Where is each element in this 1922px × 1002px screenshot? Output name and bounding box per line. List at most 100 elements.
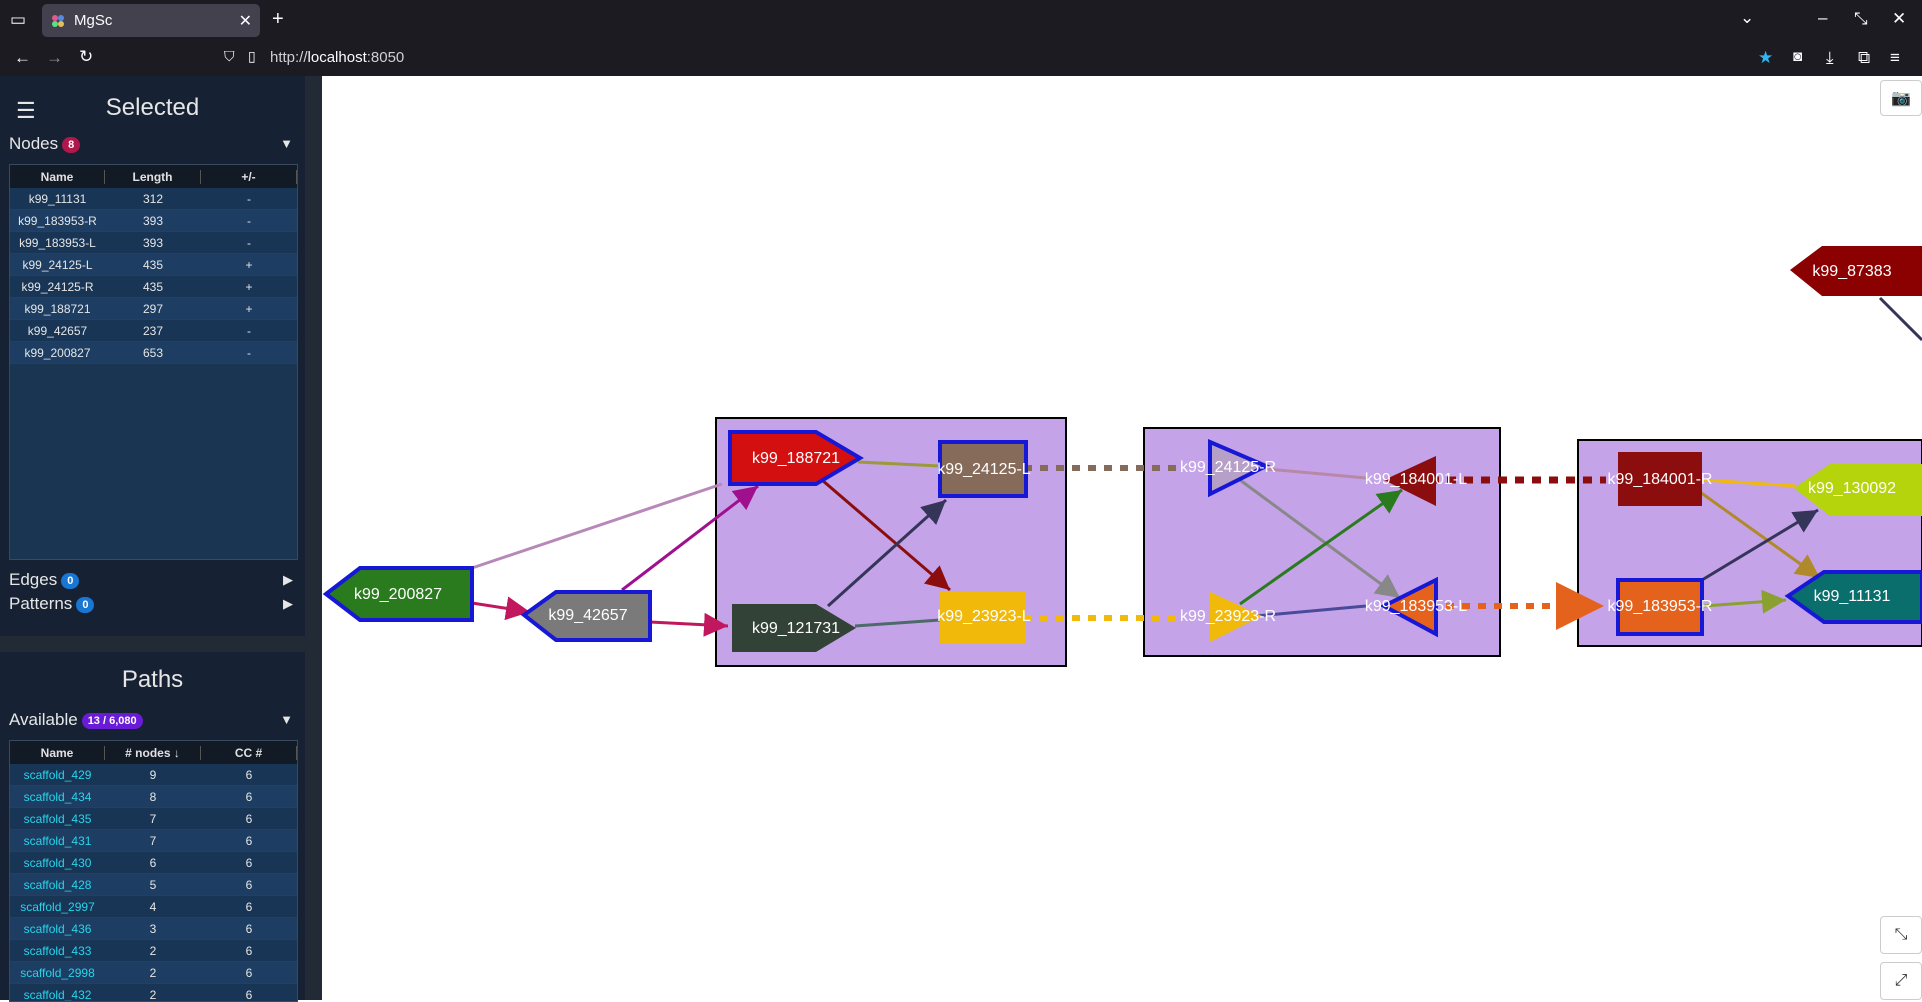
table-row[interactable]: k99_24125-R 435 +: [10, 276, 297, 298]
row-value-cell: +: [245, 301, 253, 316]
nodes-table-header: Name Length +/-: [10, 165, 297, 188]
row-name-cell[interactable]: scaffold_435: [10, 812, 105, 826]
table-row[interactable]: k99_11131 312 -: [10, 188, 297, 210]
row-value-cell: 5: [149, 877, 157, 892]
back-icon[interactable]: ←: [14, 48, 31, 68]
row-name-cell[interactable]: scaffold_436: [10, 922, 105, 936]
row-name-cell[interactable]: scaffold_432: [10, 988, 105, 1002]
table-row[interactable]: k99_188721 297 +: [10, 298, 297, 320]
table-row[interactable]: scaffold_435 7 6: [10, 808, 297, 830]
table-row[interactable]: k99_24125-L 435 +: [10, 254, 297, 276]
restore-icon[interactable]: ⤡: [1854, 9, 1868, 29]
row-name-cell[interactable]: scaffold_428: [10, 878, 105, 892]
column-header-length[interactable]: Length: [105, 169, 201, 184]
selected-title: Selected: [105, 94, 200, 121]
tab-close-icon[interactable]: ✕: [239, 11, 252, 31]
browser-tab[interactable]: MgSc ✕: [42, 4, 260, 37]
node-label: k99_183953-R: [1608, 598, 1713, 615]
table-row[interactable]: k99_183953-L 393 -: [10, 232, 297, 254]
zoom-expand-button[interactable]: ⤢: [1880, 962, 1922, 1000]
shrink-icon: ⤡: [1894, 926, 1908, 943]
row-name-cell[interactable]: scaffold_2998: [10, 966, 105, 980]
row-name-cell[interactable]: scaffold_430: [10, 856, 105, 870]
patterns-expand-caret-icon[interactable]: ▶: [283, 596, 293, 612]
table-row[interactable]: scaffold_434 8 6: [10, 786, 297, 808]
row-name-cell[interactable]: scaffold_431: [10, 834, 105, 848]
column-header-name[interactable]: Name: [10, 745, 105, 760]
tab-bar: ▭ MgSc ✕ + ⌄ – ⤡ ✕: [0, 0, 1922, 41]
table-row[interactable]: scaffold_431 7 6: [10, 830, 297, 852]
table-row[interactable]: scaffold_429 9 6: [10, 764, 297, 786]
new-tab-icon[interactable]: +: [272, 8, 284, 31]
minimize-icon[interactable]: –: [1818, 8, 1827, 28]
camera-export-button[interactable]: 📷: [1880, 80, 1922, 116]
menu-icon[interactable]: ≡: [1890, 48, 1900, 68]
paths-panel: Paths Available 13 / 6,080 ▼ Name # nodes…: [0, 652, 305, 1002]
selected-panel: ☰ Selected Nodes 8 ▼ Name Length +/- k99_…: [0, 76, 305, 636]
graph-node[interactable]: k99_24125-L: [937, 440, 1031, 498]
table-row[interactable]: scaffold_2997 4 6: [10, 896, 297, 918]
column-header-sign[interactable]: +/-: [201, 169, 297, 184]
table-row[interactable]: scaffold_430 6 6: [10, 852, 297, 874]
page-info-icon[interactable]: ▯: [248, 48, 256, 65]
screenshot-icon[interactable]: ◙: [1793, 48, 1802, 65]
download-icon[interactable]: ⤓: [1826, 48, 1834, 68]
forward-icon[interactable]: →: [46, 48, 63, 68]
graph-node[interactable]: k99_183953-R: [1608, 578, 1713, 636]
column-header-node-count[interactable]: # nodes ↓: [105, 745, 201, 760]
graph-node[interactable]: k99_87383: [1790, 246, 1922, 296]
column-header-name[interactable]: Name: [10, 169, 105, 184]
graph-node[interactable]: k99_23923-L: [937, 592, 1031, 644]
table-row[interactable]: scaffold_436 3 6: [10, 918, 297, 940]
shield-icon[interactable]: ⛉: [224, 48, 235, 65]
browser-chrome: ▭ MgSc ✕ + ⌄ – ⤡ ✕ ← → ↻ ⛉ ▯ ★ ◙ ⤓ ⧉ ≡ h…: [0, 0, 1922, 76]
edges-count-badge: 0: [61, 572, 80, 589]
edge[interactable]: [1878, 296, 1922, 342]
close-window-icon[interactable]: ✕: [1892, 9, 1906, 29]
extensions-icon[interactable]: ⧉: [1858, 48, 1870, 68]
row-value-cell: 6: [245, 855, 253, 870]
table-row[interactable]: scaffold_428 5 6: [10, 874, 297, 896]
edge[interactable]: [471, 482, 723, 570]
bookmark-star-icon[interactable]: ★: [1758, 48, 1773, 68]
zoom-fit-button[interactable]: ⤡: [1880, 916, 1922, 954]
graph-canvas[interactable]: k99_200827 k99_42657 k99_188721 k99_1217…: [322, 76, 1922, 1000]
available-collapse-caret-icon[interactable]: ▼: [280, 712, 293, 727]
graph-node[interactable]: k99_42657: [520, 590, 652, 642]
row-name-cell[interactable]: scaffold_2997: [10, 900, 105, 914]
nodes-collapse-caret-icon[interactable]: ▼: [280, 136, 293, 151]
table-row[interactable]: k99_183953-R 393 -: [10, 210, 297, 232]
patterns-section-header[interactable]: Patterns 0: [9, 594, 95, 614]
graph-node[interactable]: k99_184001-R: [1608, 452, 1713, 506]
column-header-cc[interactable]: CC #: [201, 745, 297, 760]
graph-svg[interactable]: k99_200827 k99_42657 k99_188721 k99_1217…: [322, 76, 1922, 1000]
nodes-count-badge: 8: [62, 136, 81, 153]
reload-icon[interactable]: ↻: [79, 47, 93, 67]
row-name-cell[interactable]: scaffold_434: [10, 790, 105, 804]
edge[interactable]: [471, 596, 531, 621]
table-row[interactable]: scaffold_432 2 6: [10, 984, 297, 1002]
table-row[interactable]: k99_200827 653 -: [10, 342, 297, 364]
table-row[interactable]: scaffold_2998 2 6: [10, 962, 297, 984]
row-value-cell: +: [245, 257, 253, 272]
row-name-cell[interactable]: scaffold_433: [10, 944, 105, 958]
tab-list-icon[interactable]: ▭: [10, 10, 26, 30]
row-name-cell: k99_183953-R: [18, 213, 97, 228]
row-name-cell[interactable]: scaffold_429: [10, 768, 105, 782]
table-row[interactable]: scaffold_433 2 6: [10, 940, 297, 962]
url-field[interactable]: http://localhost:8050: [270, 49, 404, 66]
node-label: k99_11131: [1814, 588, 1891, 605]
table-row[interactable]: k99_42657 237 -: [10, 320, 297, 342]
available-section-header[interactable]: Available 13 / 6,080: [9, 710, 143, 730]
graph-node[interactable]: k99_200827: [322, 566, 474, 622]
camera-icon: 📷: [1891, 90, 1911, 107]
edges-section-header[interactable]: Edges 0: [9, 570, 80, 590]
nodes-table: Name Length +/- k99_11131 312- k99_183953-…: [9, 164, 298, 560]
row-value-cell: 2: [149, 987, 157, 1002]
paths-table-header: Name # nodes ↓ CC #: [10, 741, 297, 764]
tab-overflow-chevron-icon[interactable]: ⌄: [1740, 8, 1754, 28]
nodes-section-header[interactable]: Nodes 8: [9, 134, 81, 154]
node-label: k99_23923-L: [937, 608, 1031, 625]
row-value-cell: 653: [142, 345, 164, 360]
edges-expand-caret-icon[interactable]: ▶: [283, 572, 293, 588]
